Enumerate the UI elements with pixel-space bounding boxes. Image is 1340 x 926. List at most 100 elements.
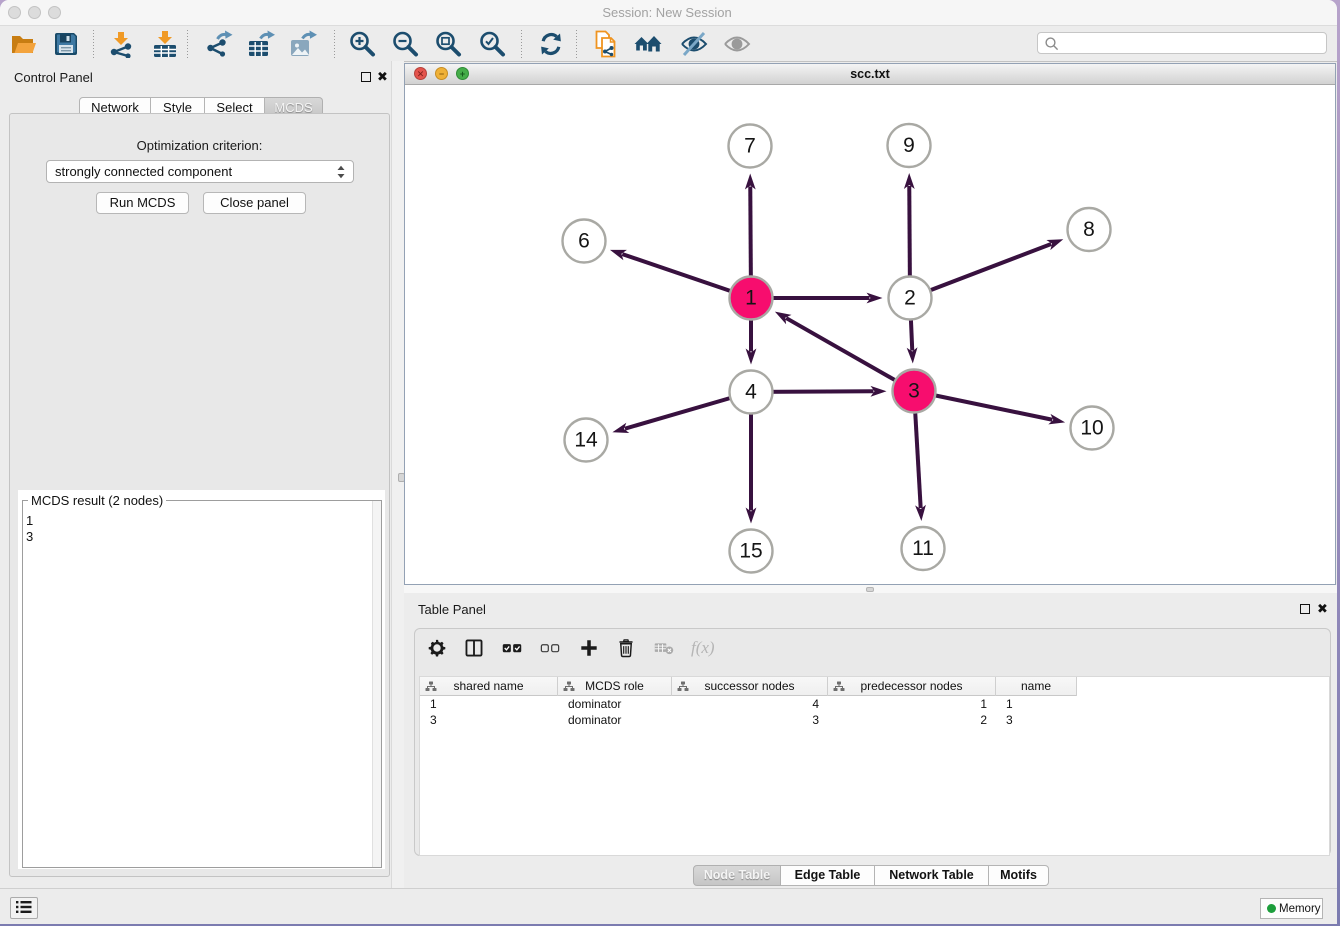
toolbar-separator <box>187 30 188 58</box>
close-panel-button[interactable]: Close panel <box>203 192 306 214</box>
show-all-button[interactable] <box>721 29 753 59</box>
zoom-out-button[interactable] <box>389 29 421 59</box>
export-image-button[interactable] <box>287 29 319 59</box>
table-cell[interactable]: 3 <box>672 712 819 728</box>
close-control-panel-icon[interactable]: ✖ <box>377 70 388 84</box>
table-row[interactable]: 1dominator411 <box>420 696 1329 712</box>
toolbar-separator <box>334 30 335 58</box>
shared-column-icon <box>677 681 689 692</box>
split-view-button[interactable] <box>464 638 484 658</box>
add-icon <box>579 638 599 658</box>
graph-node-label: 1 <box>745 287 757 310</box>
export-table-button[interactable] <box>245 29 277 59</box>
zoom-out-icon <box>391 30 419 58</box>
tab-node-table[interactable]: Node Table <box>693 865 781 886</box>
open-file-button[interactable] <box>8 29 40 59</box>
table-cell[interactable]: 4 <box>672 696 819 712</box>
mcds-result-text[interactable]: 1 3 <box>26 513 33 545</box>
delete-button[interactable] <box>616 638 636 658</box>
select-all-icon <box>502 638 522 658</box>
column-header-MCDS-role[interactable]: MCDS role <box>558 677 672 696</box>
run-mcds-button[interactable]: Run MCDS <box>96 192 189 214</box>
zoom-fit-button[interactable] <box>432 29 464 59</box>
control-panel-title: Control Panel <box>14 70 93 85</box>
table-row[interactable]: 3dominator323 <box>420 712 1329 728</box>
float-table-panel-icon[interactable] <box>1300 604 1310 614</box>
task-manager-button[interactable] <box>10 897 38 919</box>
table-panel: Table Panel ✖ f(x) shared nameMCDS roles… <box>404 593 1337 890</box>
table-settings-button[interactable] <box>427 638 447 658</box>
table-cell[interactable]: 1 <box>430 696 437 712</box>
hide-selected-button[interactable] <box>678 29 710 59</box>
refresh-button[interactable] <box>535 29 567 59</box>
delete-table-button[interactable] <box>654 638 674 658</box>
select-all-button[interactable] <box>502 638 522 658</box>
column-header-shared-name[interactable]: shared name <box>420 677 558 696</box>
tab-motifs[interactable]: Motifs <box>989 865 1049 886</box>
search-icon <box>1044 36 1060 52</box>
table-cell[interactable]: 1 <box>1006 696 1013 712</box>
network-graph[interactable]: 1234678910111415 <box>405 86 1335 584</box>
search-input[interactable] <box>1062 34 1322 52</box>
save-session-button[interactable] <box>50 29 82 59</box>
tab-edge-table[interactable]: Edge Table <box>781 865 875 886</box>
horizontal-splitter-handle[interactable] <box>866 587 874 592</box>
graph-node-label: 4 <box>745 381 757 404</box>
window-titlebar[interactable]: Session: New Session <box>0 0 1337 26</box>
table-cell[interactable]: dominator <box>568 712 621 728</box>
memory-button[interactable]: Memory <box>1260 898 1323 919</box>
table-cell[interactable]: 2 <box>828 712 987 728</box>
main-toolbar <box>0 26 1337 62</box>
graph-node-label: 8 <box>1083 218 1095 241</box>
table-cell[interactable]: 3 <box>1006 712 1013 728</box>
app-window: Session: New Session Control Panel ✖ Net… <box>0 0 1337 924</box>
optimization-criterion-label: Optimization criterion: <box>10 138 389 153</box>
network-canvas[interactable]: 1234678910111415 <box>405 86 1335 584</box>
table-panel-title: Table Panel <box>418 602 486 617</box>
close-table-panel-icon[interactable]: ✖ <box>1317 602 1328 616</box>
graph-node-label: 3 <box>908 380 920 403</box>
memory-label: Memory <box>1279 903 1321 915</box>
network-frame-title: scc.txt <box>405 67 1335 81</box>
network-frame: ✕ − + scc.txt 1234678910111415 <box>404 63 1336 585</box>
zoom-fit-icon <box>434 30 462 58</box>
float-control-panel-icon[interactable] <box>361 72 371 82</box>
export-network-icon <box>205 30 233 58</box>
criterion-dropdown[interactable]: strongly connected component <box>46 160 354 183</box>
tab-network-table[interactable]: Network Table <box>875 865 989 886</box>
table-cell[interactable]: 3 <box>430 712 437 728</box>
vertical-splitter[interactable] <box>392 61 404 890</box>
zoom-selected-button[interactable] <box>476 29 508 59</box>
column-header-predecessor-nodes[interactable]: predecessor nodes <box>828 677 996 696</box>
network-frame-titlebar[interactable]: ✕ − + scc.txt <box>405 64 1335 85</box>
table-cell[interactable]: 1 <box>828 696 987 712</box>
function-builder-button[interactable]: f(x) <box>691 638 711 658</box>
export-network-button[interactable] <box>203 29 235 59</box>
dropdown-updown-icon <box>336 164 346 180</box>
zoom-in-button[interactable] <box>346 29 378 59</box>
column-label: predecessor nodes <box>860 679 962 693</box>
horizontal-splitter[interactable] <box>404 585 1337 593</box>
deselect-all-button[interactable] <box>540 638 560 658</box>
add-button[interactable] <box>579 638 599 658</box>
search-box[interactable] <box>1037 32 1327 54</box>
table-settings-icon <box>427 638 447 658</box>
window-title: Session: New Session <box>0 5 1334 20</box>
import-table-icon <box>151 30 179 58</box>
control-panel: Control Panel ✖ NetworkStyleSelectMCDS O… <box>0 61 392 890</box>
import-network-button[interactable] <box>105 29 137 59</box>
mcds-result-title: MCDS result (2 nodes) <box>28 493 166 508</box>
column-header-name[interactable]: name <box>996 677 1077 696</box>
control-panel-titlebar: Control Panel ✖ <box>0 61 391 85</box>
first-neighbors-button[interactable] <box>632 29 664 59</box>
column-header-successor-nodes[interactable]: successor nodes <box>672 677 828 696</box>
function-builder-icon: f(x) <box>691 638 715 657</box>
result-scrollbar[interactable] <box>372 501 381 867</box>
table-cell[interactable]: dominator <box>568 696 621 712</box>
graph-node-label: 6 <box>578 230 590 253</box>
export-image-icon <box>289 30 317 58</box>
show-all-icon <box>723 30 751 58</box>
import-table-button[interactable] <box>149 29 181 59</box>
status-bar: Memory <box>0 888 1337 924</box>
new-network-from-selection-button[interactable] <box>590 29 622 59</box>
